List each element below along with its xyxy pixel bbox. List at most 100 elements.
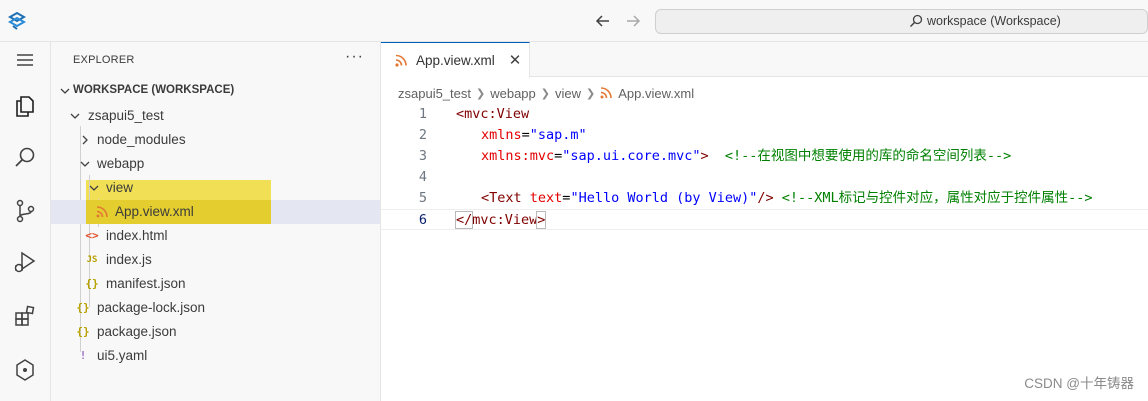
- code-line: 4: [381, 167, 1148, 188]
- explorer-view-button[interactable]: [0, 82, 50, 130]
- search-icon: [15, 147, 35, 167]
- app-logo-icon: [7, 11, 27, 30]
- activity-bar: [0, 42, 51, 401]
- remote-explorer-icon: [16, 359, 34, 381]
- command-center-search[interactable]: workspace (Workspace): [655, 9, 1148, 34]
- chevron-right-icon: [82, 135, 88, 145]
- breadcrumb-item[interactable]: webapp: [490, 86, 536, 101]
- code-text: xmlns="sap.m": [481, 125, 587, 146]
- rss-xml-icon: [96, 206, 108, 218]
- json-icon: {}: [76, 325, 90, 338]
- line-number: 4: [418, 169, 427, 185]
- line-number: 1: [418, 106, 427, 122]
- xml-value: "sap.m": [529, 127, 587, 143]
- xml-tag: <mvc:View: [456, 106, 530, 122]
- extensions-view-button[interactable]: [0, 292, 50, 340]
- code-line: 3 xmlns:mvc="sap.ui.core.mvc"> <!--在视图中想…: [381, 146, 1148, 167]
- tree-folder-zsapui5_test[interactable]: zsapui5_test: [51, 104, 380, 128]
- tree-folder-node_modules[interactable]: node_modules: [51, 128, 380, 152]
- chevron-down-icon: [60, 88, 70, 94]
- arrow-right-icon[interactable]: [624, 12, 642, 30]
- xml-tag: mvc:View: [472, 212, 538, 228]
- workspace-section-label: WORKSPACE (WORKSPACE): [73, 84, 235, 96]
- code-text: </mvc:View>: [454, 210, 547, 231]
- editor-tab-app-view-xml[interactable]: App.view.xml ✕: [381, 42, 530, 78]
- more-actions-button[interactable]: ···: [345, 48, 364, 66]
- close-icon[interactable]: ✕: [507, 51, 523, 69]
- chevron-right-icon: ❯: [476, 87, 486, 100]
- code-text: xmlns:mvc="sap.ui.core.mvc"> <!--在视图中想要使…: [481, 146, 1011, 167]
- tree-file-index-html[interactable]: <> index.html: [51, 224, 380, 248]
- tree-label: manifest.json: [106, 276, 186, 291]
- tree-file-ui5-yaml[interactable]: ! ui5.yaml: [51, 344, 380, 368]
- breadcrumb-item[interactable]: view: [555, 86, 581, 101]
- breadcrumb-item[interactable]: App.view.xml: [618, 86, 694, 101]
- tree-file-package-lock-json[interactable]: {} package-lock.json: [51, 296, 380, 320]
- menu-button[interactable]: [0, 36, 50, 84]
- xml-punctuation: </: [454, 211, 474, 229]
- breadcrumb: zsapui5_test ❯ webapp ❯ view ❯ App.view.…: [398, 84, 694, 102]
- xml-value: "Hello World (by View)": [570, 190, 758, 206]
- line-number: 5: [418, 190, 427, 206]
- breadcrumb-item[interactable]: zsapui5_test: [398, 86, 471, 101]
- chevron-down-icon: [80, 161, 90, 167]
- remote-view-button[interactable]: [0, 346, 50, 394]
- tree-label: index.html: [106, 228, 168, 243]
- editor-tab-strip: App.view.xml ✕: [381, 42, 1148, 78]
- tree-label: package.json: [97, 324, 177, 339]
- explorer-title: EXPLORER: [73, 54, 135, 66]
- xml-punctuation: >: [700, 148, 709, 164]
- line-number: 6: [418, 212, 427, 228]
- tree-file-manifest-json[interactable]: {} manifest.json: [51, 272, 380, 296]
- code-line-current: 6 </mvc:View>: [381, 209, 1148, 230]
- editor-area: App.view.xml ✕ zsapui5_test ❯ webapp ❯ v…: [381, 42, 1148, 401]
- workspace-section-header[interactable]: WORKSPACE (WORKSPACE): [51, 80, 380, 102]
- run-debug-icon: [14, 251, 36, 273]
- extensions-icon: [15, 305, 35, 326]
- tree-file-package-json[interactable]: {} package.json: [51, 320, 380, 344]
- code-text: <Text text="Hello World (by View)"/> <!-…: [481, 188, 1093, 209]
- yaml-icon: !: [79, 349, 87, 362]
- arrow-left-icon[interactable]: [594, 12, 612, 30]
- chevron-down-icon: [89, 185, 99, 191]
- code-line: 1 <mvc:View: [381, 104, 1148, 125]
- code-text: <mvc:View: [456, 104, 529, 125]
- xml-attribute: text: [529, 190, 563, 206]
- source-control-view-button[interactable]: [0, 187, 50, 235]
- tree-label: index.js: [106, 252, 152, 267]
- tree-label: webapp: [97, 156, 145, 171]
- tree-file-index-js[interactable]: JS index.js: [51, 248, 380, 272]
- chevron-right-icon: ❯: [540, 87, 550, 100]
- watermark: CSDN @十年铸器: [1024, 376, 1134, 391]
- xml-equals: =: [521, 127, 530, 143]
- xml-comment: <!--在视图中想要使用的库的命名空间列表-->: [724, 148, 1012, 164]
- command-center-label: workspace (Workspace): [927, 14, 1061, 28]
- search-icon: [909, 14, 923, 28]
- json-icon: {}: [76, 301, 90, 314]
- tree-label: App.view.xml: [115, 204, 194, 219]
- run-debug-view-button[interactable]: [0, 238, 50, 286]
- tree-label: ui5.yaml: [97, 348, 148, 363]
- code-line: 2 xmlns="sap.m": [381, 125, 1148, 146]
- tree-label: package-lock.json: [97, 300, 206, 315]
- title-bar: workspace (Workspace): [0, 0, 1148, 42]
- tree-label: zsapui5_test: [88, 108, 164, 123]
- files-icon: [16, 96, 34, 117]
- xml-comment: <!--XML标记与控件对应，属性对应于控件属性-->: [781, 190, 1093, 206]
- line-number: 2: [418, 127, 427, 143]
- rss-xml-icon: [395, 54, 407, 67]
- xml-attribute: xmlns: [481, 127, 522, 143]
- xml-tag: <Text: [481, 190, 522, 206]
- tree-folder-webapp[interactable]: webapp: [51, 152, 380, 176]
- tree-file-app-view-xml[interactable]: App.view.xml: [51, 200, 380, 224]
- tree-folder-view[interactable]: view: [51, 176, 380, 200]
- search-view-button[interactable]: [0, 134, 50, 182]
- chevron-right-icon: ❯: [586, 87, 596, 100]
- source-control-icon: [16, 199, 35, 223]
- rss-xml-icon: [600, 87, 613, 99]
- xml-punctuation: />: [757, 190, 774, 206]
- hamburger-menu-icon: [17, 54, 33, 66]
- tab-label: App.view.xml: [416, 53, 495, 68]
- code-line: 5 <Text text="Hello World (by View)"/> <…: [381, 188, 1148, 209]
- xml-attribute: xmlns:mvc: [481, 148, 555, 164]
